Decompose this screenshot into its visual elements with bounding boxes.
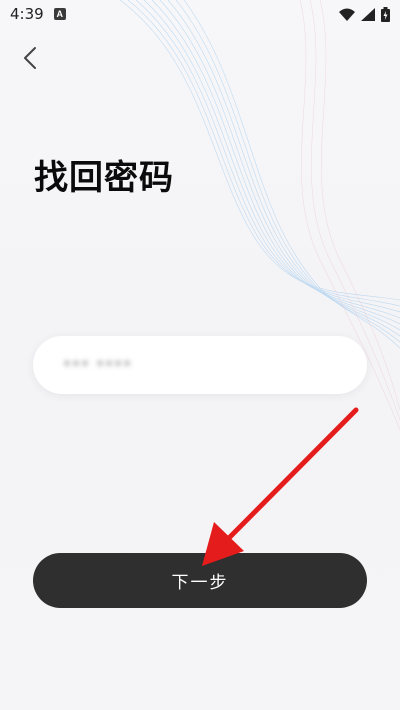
phone-input[interactable] [61, 354, 339, 376]
status-time: 4:39 [10, 5, 44, 23]
status-bar: 4:39 A [0, 0, 400, 28]
signal-icon [361, 7, 375, 21]
page-title: 找回密码 [34, 158, 174, 198]
status-right [339, 6, 390, 22]
chevron-left-icon [24, 47, 36, 69]
app-notification-icon: A [53, 8, 66, 20]
battery-charging-icon [381, 6, 390, 22]
status-left: 4:39 A [10, 5, 66, 23]
wifi-icon [339, 8, 355, 21]
next-step-button[interactable]: 下一步 [33, 553, 367, 608]
phone-input-container[interactable] [33, 336, 367, 394]
back-button[interactable] [16, 42, 44, 74]
